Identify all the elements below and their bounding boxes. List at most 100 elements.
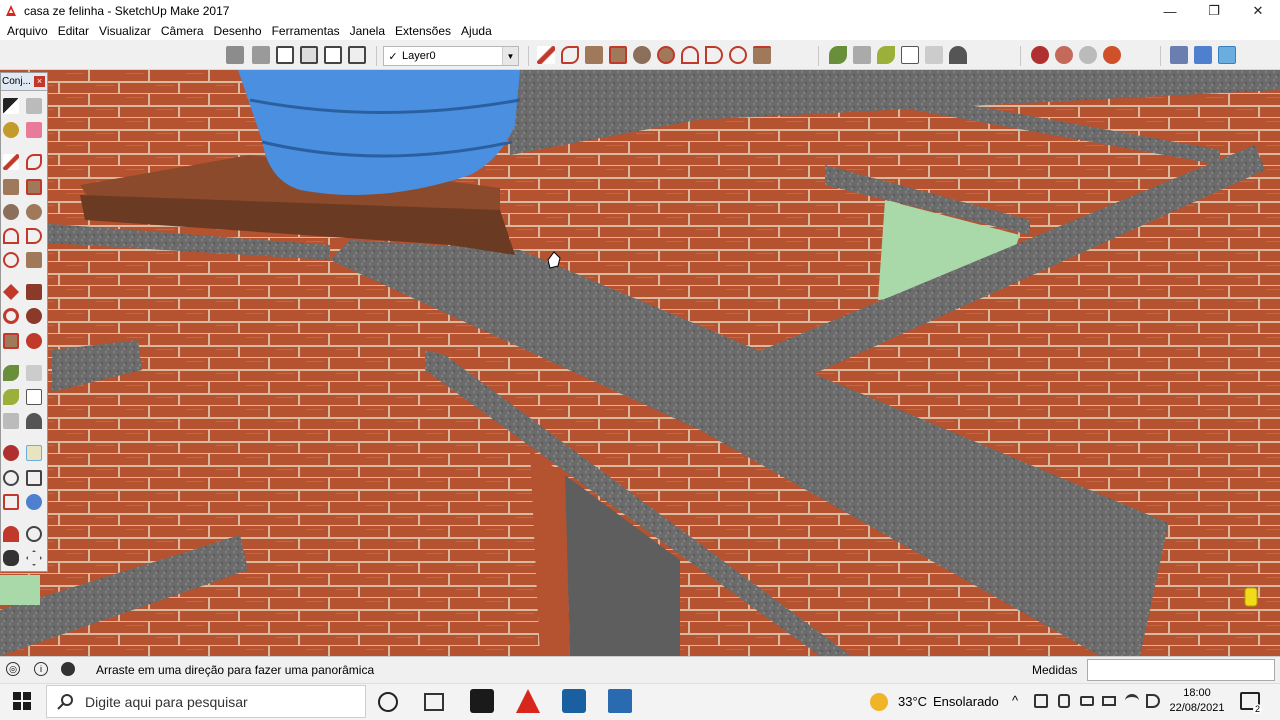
freehand-tool-icon[interactable] [561,46,579,64]
menu-ferramentas[interactable]: Ferramentas [268,24,346,38]
chevron-down-icon[interactable]: ▼ [502,47,518,65]
close-button[interactable]: ✕ [1236,0,1280,22]
follow-me-icon[interactable] [26,308,42,324]
two-point-arc-icon[interactable] [26,228,42,244]
menu-desenho[interactable]: Desenho [210,24,268,38]
user-account-icon[interactable] [61,662,75,676]
volume-icon[interactable] [1034,694,1048,708]
warehouse-icon[interactable] [1031,46,1049,64]
menu-editar[interactable]: Editar [54,24,95,38]
display-section-icon[interactable] [1218,46,1236,64]
app-taskbar-icon[interactable] [562,689,586,713]
zoom-tool-icon[interactable] [3,470,19,486]
pie-tool-icon[interactable] [26,252,42,268]
recorder-app-icon[interactable] [470,689,494,713]
offset-tool-icon[interactable] [26,333,42,349]
push-pull-icon[interactable] [26,284,42,300]
minimize-button[interactable]: — [1148,0,1192,22]
tape-measure-icon[interactable] [3,365,19,381]
menu-janela[interactable]: Janela [346,24,391,38]
line-tool-icon[interactable] [3,154,19,170]
model-viewport[interactable] [0,70,1280,656]
taskbar-clock[interactable]: 18:00 22/08/2021 [1168,686,1226,716]
three-point-arc-icon[interactable] [3,252,19,268]
axes-tool-icon[interactable] [3,413,19,429]
three-point-arc-icon[interactable] [729,46,747,64]
close-icon[interactable]: × [34,76,45,87]
share-model-icon[interactable] [1055,46,1073,64]
text-tool-icon[interactable] [26,389,42,405]
position-camera-icon[interactable] [3,526,19,542]
maximize-button[interactable]: ❐ [1192,0,1236,22]
clock-time: 18:00 [1183,687,1211,699]
rotated-rectangle-icon[interactable] [609,46,627,64]
top-view-icon[interactable] [252,46,270,64]
arc-tool-icon[interactable] [681,46,699,64]
eraser-icon[interactable] [26,122,42,138]
credits-icon[interactable]: i [34,662,48,676]
rectangle-tool-icon[interactable] [585,46,603,64]
speaker-icon[interactable] [1146,694,1160,708]
extension-warehouse-icon[interactable] [1103,46,1121,64]
front-view-icon[interactable] [276,46,294,64]
menu-visualizar[interactable]: Visualizar [95,24,157,38]
look-around-icon[interactable] [26,526,42,542]
circle-tool-icon[interactable] [3,204,19,220]
make-component-icon[interactable] [26,98,42,114]
geo-location-icon[interactable]: ◎ [6,662,20,676]
windows-start-icon[interactable] [13,692,31,710]
polygon-tool-icon[interactable] [26,204,42,220]
3d-text-icon[interactable] [26,413,42,429]
left-view-icon[interactable] [348,46,366,64]
notification-center-icon[interactable]: 2 [1240,692,1262,714]
rectangle-tool-icon[interactable] [3,179,19,195]
iso-view-icon[interactable] [226,46,244,64]
battery-icon[interactable] [1102,696,1116,706]
orbit-tool-icon[interactable] [3,445,19,461]
menu-extensoes[interactable]: Extensões [391,24,457,38]
previous-view-icon[interactable] [26,494,42,510]
share-component-icon[interactable] [1079,46,1097,64]
paint-bucket-icon[interactable] [3,122,19,138]
meet-now-icon[interactable] [1080,696,1094,706]
rotated-rectangle-icon[interactable] [26,179,42,195]
protractor-icon[interactable] [3,389,19,405]
zoom-window-icon[interactable] [26,470,42,486]
wifi-icon[interactable] [1125,694,1139,708]
measurements-input[interactable] [1087,659,1275,681]
calculator-icon[interactable] [608,689,632,713]
polygon-tool-icon[interactable] [657,46,675,64]
taskbar-search[interactable]: Digite aqui para pesquisar [46,685,366,718]
line-tool-icon[interactable] [537,46,555,64]
text-tool-icon[interactable] [901,46,919,64]
usb-icon[interactable] [1058,694,1070,708]
select-tool-icon[interactable] [3,98,19,114]
walk-tool-icon[interactable] [3,550,19,566]
two-point-arc-icon[interactable] [705,46,723,64]
back-view-icon[interactable] [324,46,342,64]
task-view-icon[interactable] [424,693,444,711]
layer-select[interactable]: ✓ Layer0 ▼ [383,46,519,66]
dimension-tool-icon[interactable] [853,46,871,64]
dimension-tool-icon[interactable] [26,365,42,381]
3d-text-icon[interactable] [949,46,967,64]
menu-arquivo[interactable]: Arquivo [3,24,54,38]
scale-tool-icon[interactable] [3,333,19,349]
cortana-icon[interactable] [378,692,398,712]
pie-tool-icon[interactable] [753,46,771,64]
menu-ajuda[interactable]: Ajuda [457,24,498,38]
protractor-icon[interactable] [877,46,895,64]
freehand-tool-icon[interactable] [26,154,42,170]
axes-tool-icon[interactable] [925,46,943,64]
zoom-extents-icon[interactable] [3,494,19,510]
orbit-tool-icon[interactable] [1170,46,1188,64]
rotate-tool-icon[interactable] [3,308,19,324]
right-view-icon[interactable] [300,46,318,64]
pan-tool-icon[interactable] [26,445,42,461]
circle-tool-icon[interactable] [633,46,651,64]
menu-camera[interactable]: Câmera [157,24,210,38]
section-plane-icon[interactable] [1194,46,1212,64]
tape-measure-icon[interactable] [829,46,847,64]
arc-tool-icon[interactable] [3,228,19,244]
chevron-up-icon[interactable]: ^ [1012,693,1018,708]
